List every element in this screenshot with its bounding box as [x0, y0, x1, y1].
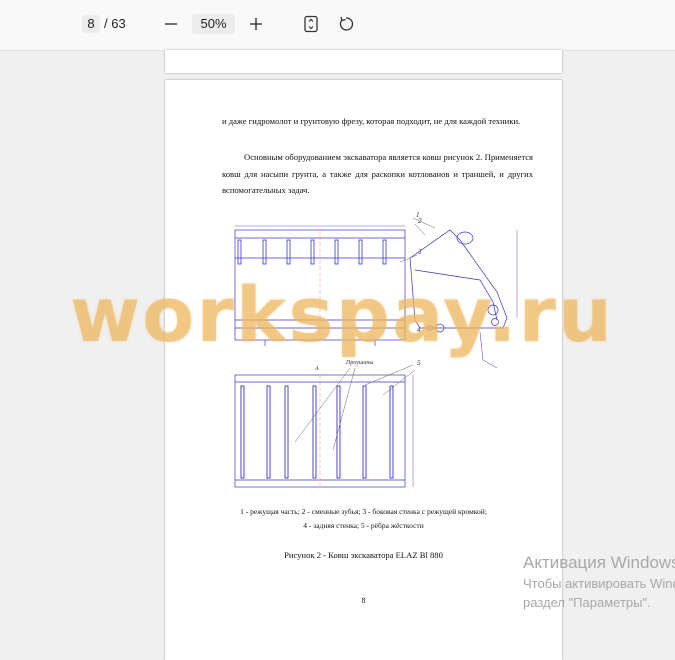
drawing-label: Проушины [345, 360, 373, 366]
drawing-label: А [314, 366, 319, 372]
rotate-icon [339, 16, 354, 31]
page-footer-number: 8 [361, 596, 366, 605]
figure-caption-line-2: 4 - задняя стенка; 5 - рёбра жёсткости [303, 521, 424, 530]
activation-title: Активация Windows [523, 553, 675, 572]
drawing-label: 4 [417, 326, 421, 334]
paragraph-2: Основным оборудованием экскаватора являе… [222, 152, 533, 195]
page-total-label: / 63 [104, 16, 126, 31]
drawing-label: 2 [418, 217, 422, 225]
drawing-label: 3 [417, 248, 422, 256]
paragraph-1: и даже гидромолот и грунтовую фрезу, кот… [222, 116, 521, 126]
previous-page [165, 50, 562, 73]
zoom-level[interactable]: 50% [192, 14, 235, 34]
rotate-button[interactable] [335, 13, 357, 35]
figure-caption-line-1: 1 - режущая часть; 2 - сменные зубья; 3 … [240, 507, 487, 516]
figure-title: Рисунок 2 - Ковш экскаватора ELAZ Bl 880 [284, 550, 443, 560]
activation-line-2: раздел "Параметры". [523, 595, 651, 610]
plus-icon [250, 18, 262, 30]
activation-line-1: Чтобы активировать Windows, перейдите в [523, 576, 675, 591]
drawing-label: 5 [417, 359, 421, 367]
pdf-toolbar: 8 / 63 50% [0, 0, 675, 51]
minus-icon [165, 23, 177, 25]
zoom-out-button[interactable] [160, 13, 182, 35]
fit-page-icon [304, 15, 318, 33]
bucket-drawing: 1 2 3 4 5 Проушины А [234, 211, 518, 488]
page-number-input[interactable]: 8 [82, 15, 100, 33]
fit-page-button[interactable] [300, 13, 322, 35]
document-page: и даже гидромолот и грунтовую фрезу, кот… [165, 80, 562, 660]
windows-activation-notice: Активация Windows Чтобы активировать Win… [523, 552, 675, 612]
zoom-in-button[interactable] [245, 13, 267, 35]
